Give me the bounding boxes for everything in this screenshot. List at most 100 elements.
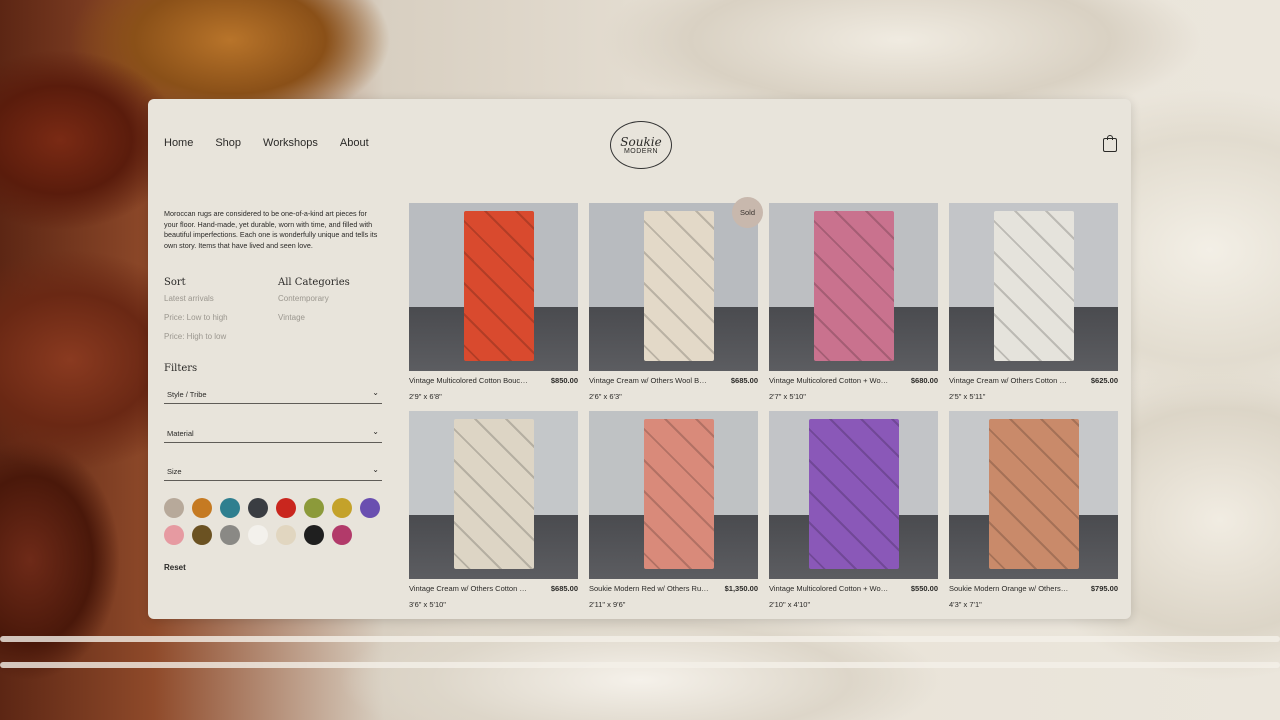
product-image[interactable]	[409, 203, 578, 371]
product-info: Vintage Multicolored Cotton Boucherouite…	[409, 376, 578, 385]
product-card[interactable]: Vintage Multicolored Cotton + Wool Rug $5…	[769, 411, 938, 609]
product-image[interactable]	[769, 411, 938, 579]
product-size: 2'5" x 5'11"	[949, 392, 986, 401]
reset-filters-button[interactable]: Reset	[164, 563, 186, 572]
nav-shop[interactable]: Shop	[215, 137, 241, 149]
product-price: $680.00	[910, 376, 938, 385]
product-price: $685.00	[550, 584, 578, 593]
product-price: $685.00	[730, 376, 758, 385]
product-size: 2'9" x 6'8"	[409, 392, 442, 401]
rug-photo	[809, 419, 899, 569]
category-contemporary[interactable]: Contemporary	[278, 294, 350, 303]
product-name[interactable]: Soukie Modern Red w/ Others Runner	[589, 584, 709, 593]
style-tribe-select[interactable]: Style / Tribe ⌄	[164, 385, 382, 404]
main-nav: Home Shop Workshops About	[164, 137, 369, 149]
product-image[interactable]	[949, 203, 1118, 371]
product-info: Vintage Multicolored Cotton + Wool Runne…	[769, 376, 938, 385]
product-card[interactable]: Vintage Multicolored Cotton + Wool Runne…	[769, 203, 938, 401]
color-swatch[interactable]	[220, 498, 240, 518]
color-swatch[interactable]	[248, 525, 268, 545]
category-group: All Categories Contemporary Vintage	[278, 277, 350, 332]
color-swatch[interactable]	[220, 525, 240, 545]
product-info: Vintage Cream w/ Others Cotton Rug $685.0…	[409, 584, 578, 593]
product-size: 2'6" x 6'3"	[589, 392, 622, 401]
rug-photo	[989, 419, 1079, 569]
category-vintage[interactable]: Vintage	[278, 313, 350, 322]
rug-photo	[644, 211, 714, 361]
product-price: $550.00	[910, 584, 938, 593]
product-image[interactable]	[409, 411, 578, 579]
sort-price-high-low[interactable]: Price: High to low	[164, 332, 228, 341]
chevron-down-icon: ⌄	[372, 427, 379, 436]
categories-title: All Categories	[278, 277, 350, 288]
color-swatch[interactable]	[304, 525, 324, 545]
color-swatch[interactable]	[276, 498, 296, 518]
product-name[interactable]: Vintage Multicolored Cotton Boucherouite…	[409, 376, 529, 385]
background-rope	[0, 636, 1280, 642]
product-image[interactable]	[949, 411, 1118, 579]
color-swatch[interactable]	[164, 498, 184, 518]
logo-line-2: MODERN	[623, 147, 659, 155]
product-size: 4'3" x 7'1"	[949, 600, 982, 609]
filters-title: Filters	[164, 363, 198, 374]
product-size: 2'10" x 4'10"	[769, 600, 811, 609]
material-select[interactable]: Material ⌄	[164, 424, 382, 443]
select-label: Style / Tribe	[167, 390, 207, 399]
logo-line-1: Soukie	[620, 134, 662, 149]
product-card[interactable]: Soukie Modern Orange w/ Others Rug $795.0…	[949, 411, 1118, 609]
shop-panel: Home Shop Workshops About Soukie MODERN …	[148, 99, 1131, 619]
sort-title: Sort	[164, 277, 186, 288]
color-swatch[interactable]	[192, 498, 212, 518]
product-name[interactable]: Soukie Modern Orange w/ Others Rug	[949, 584, 1069, 593]
color-swatch[interactable]	[192, 525, 212, 545]
chevron-down-icon: ⌄	[372, 465, 379, 474]
product-card[interactable]: Vintage Cream w/ Others Cotton Runner $62…	[949, 203, 1118, 401]
product-name[interactable]: Vintage Multicolored Cotton + Wool Rug	[769, 584, 889, 593]
product-price: $625.00	[1090, 376, 1118, 385]
rug-photo	[644, 419, 714, 569]
color-swatch[interactable]	[248, 498, 268, 518]
product-name[interactable]: Vintage Cream w/ Others Cotton Rug	[409, 584, 529, 593]
sort-price-low-high[interactable]: Price: Low to high	[164, 313, 228, 322]
nav-workshops[interactable]: Workshops	[263, 137, 318, 149]
nav-home[interactable]: Home	[164, 137, 193, 149]
brand-logo[interactable]: Soukie MODERN	[610, 121, 672, 169]
product-grid: Vintage Multicolored Cotton Boucherouite…	[409, 197, 1118, 609]
color-swatch[interactable]	[360, 498, 380, 518]
color-swatches	[164, 498, 384, 545]
color-swatch[interactable]	[332, 525, 352, 545]
product-card[interactable]: Soukie Modern Red w/ Others Runner $1,350…	[589, 411, 758, 609]
color-swatch[interactable]	[164, 525, 184, 545]
background-rope	[0, 662, 1280, 668]
size-select[interactable]: Size ⌄	[164, 462, 382, 481]
color-swatch[interactable]	[276, 525, 296, 545]
product-name[interactable]: Vintage Cream w/ Others Wool Beni Ourain…	[589, 376, 709, 385]
select-label: Size	[167, 467, 182, 476]
sort-latest[interactable]: Latest arrivals	[164, 294, 228, 303]
product-image[interactable]	[769, 203, 938, 371]
select-label: Material	[167, 429, 194, 438]
product-info: Vintage Cream w/ Others Wool Beni Ourain…	[589, 376, 758, 385]
product-size: 2'7" x 5'10"	[769, 392, 806, 401]
rug-photo	[814, 211, 894, 361]
product-size: 2'11" x 9'6"	[589, 600, 626, 609]
product-info: Vintage Multicolored Cotton + Wool Rug $5…	[769, 584, 938, 593]
product-image[interactable]	[589, 411, 758, 579]
color-swatch[interactable]	[332, 498, 352, 518]
intro-text: Moroccan rugs are considered to be one-o…	[164, 209, 378, 250]
cart-icon[interactable]	[1103, 135, 1117, 152]
product-info: Soukie Modern Red w/ Others Runner $1,350…	[589, 584, 758, 593]
product-name[interactable]: Vintage Multicolored Cotton + Wool Runne…	[769, 376, 889, 385]
chevron-down-icon: ⌄	[372, 388, 379, 397]
product-name[interactable]: Vintage Cream w/ Others Cotton Runner	[949, 376, 1069, 385]
nav-about[interactable]: About	[340, 137, 369, 149]
rug-photo	[454, 419, 534, 569]
product-price: $850.00	[550, 376, 578, 385]
product-card[interactable]: Sold Vintage Cream w/ Others Wool Beni Ou…	[589, 197, 763, 401]
product-image[interactable]	[589, 203, 758, 371]
product-info: Soukie Modern Orange w/ Others Rug $795.0…	[949, 584, 1118, 593]
color-swatch[interactable]	[304, 498, 324, 518]
product-card[interactable]: Vintage Multicolored Cotton Boucherouite…	[409, 203, 578, 401]
product-price: $795.00	[1090, 584, 1118, 593]
product-card[interactable]: Vintage Cream w/ Others Cotton Rug $685.0…	[409, 411, 578, 609]
